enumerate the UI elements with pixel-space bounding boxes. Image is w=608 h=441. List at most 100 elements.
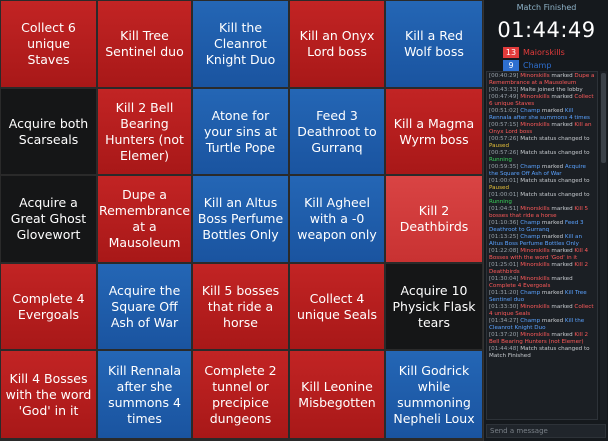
board-cell[interactable]: Dupe a Remembrance at a Mausoleum <box>97 175 192 263</box>
log-segment: [01:31:20] <box>489 290 521 296</box>
log-segment: Minorskills <box>520 206 550 212</box>
board-cell[interactable]: Kill 2 Deathbirds <box>385 175 483 263</box>
player-score: 9 <box>503 59 519 71</box>
log-segment: marked <box>540 318 565 324</box>
board-cell[interactable]: Kill Tree Sentinel duo <box>97 0 192 88</box>
board-cell[interactable]: Atone for your sins at Turtle Pope <box>192 88 289 175</box>
board-cell[interactable]: Complete 2 tunnel or precipice dungeons <box>192 350 289 439</box>
board-cell-label: Kill an Altus Boss Perfume Bottles Only <box>197 195 284 242</box>
log-entry: [01:33:30] Minorskills marked Collect 4 … <box>489 304 595 318</box>
log-segment: marked <box>549 248 575 254</box>
board-cell[interactable]: Complete 4 Evergoals <box>0 263 97 350</box>
log-entry: [00:43:33] Malte joined the lobby <box>489 87 595 94</box>
log-segment: Paused <box>489 185 510 191</box>
board-cell-label: Kill Godrick while summoning Nepheli Lou… <box>393 362 475 426</box>
log-segment: Champ <box>520 318 541 324</box>
log-segment: Minorskills <box>520 94 550 100</box>
board-cell[interactable]: Kill Godrick while summoning Nepheli Lou… <box>385 350 483 439</box>
board-cell[interactable]: Kill Rennala after she summons 4 times <box>97 350 192 439</box>
board-cell-label: Kill 4 Bosses with the word 'God' in it <box>5 370 92 418</box>
log-entry: [00:51:02] Champ marked Kill Rennala aft… <box>489 108 595 122</box>
board-cell-label: Kill 2 Deathbirds <box>399 203 469 234</box>
board-cell[interactable]: Kill 4 Bosses with the word 'God' in it <box>0 350 97 439</box>
board-cell[interactable]: Kill 2 Bell Bearing Hunters (not Elemer) <box>97 88 192 175</box>
log-segment: [01:00:01] <box>489 178 521 184</box>
log-segment: marked <box>540 234 565 240</box>
log-segment: marked <box>540 108 565 114</box>
log-segment: marked <box>549 262 575 268</box>
log-entry: [01:31:20] Champ marked Kill Tree Sentin… <box>489 290 595 304</box>
board-cell-label: Kill an Onyx Lord boss <box>299 28 375 59</box>
log-segment: Match status changed to <box>520 346 590 352</box>
board-cell[interactable]: Acquire 10 Physick Flask tears <box>385 263 483 350</box>
log-segment: Running <box>489 199 512 205</box>
board-cell[interactable]: Acquire both Scarseals <box>0 88 97 175</box>
board-cell[interactable]: Kill an Onyx Lord boss <box>289 0 385 88</box>
message-input[interactable] <box>486 424 606 438</box>
board-cell-label: Collect 4 unique Seals <box>296 290 378 322</box>
board-cell-label: Collect 6 unique Staves <box>21 20 76 67</box>
log-scrollbar[interactable] <box>600 71 607 420</box>
log-segment: Complete 4 Evergoals <box>489 283 551 289</box>
board-cell[interactable]: Kill an Altus Boss Perfume Bottles Only <box>192 175 289 263</box>
log-segment: Malte joined the lobby <box>520 87 583 93</box>
board-cell-label: Kill the Cleanrot Knight Duo <box>205 20 276 67</box>
log-segment: marked <box>549 276 573 282</box>
log-entry: [01:25:01] Minorskills marked Kill 2 Dea… <box>489 262 595 276</box>
board-cell-label: Acquire a Great Ghost Glovewort <box>10 195 87 242</box>
log-segment: [00:57:15] <box>489 122 521 128</box>
board-cell[interactable]: Collect 6 unique Staves <box>0 0 97 88</box>
board-cell-label: Kill Tree Sentinel duo <box>105 28 184 59</box>
log-segment: [01:00:01] <box>489 192 521 198</box>
board-cell[interactable]: Kill Agheel with a -0 weapon only <box>289 175 385 263</box>
log-entry: [01:13:25] Champ marked Kill an Altus Bo… <box>489 234 595 248</box>
board-cell[interactable]: Feed 3 Deathroot to Gurranq <box>289 88 385 175</box>
log-segment: [00:59:35] <box>489 164 521 170</box>
log-segment: [01:04:51] <box>489 206 521 212</box>
board-cell-label: Kill Agheel with a -0 weapon only <box>297 195 377 242</box>
log-segment: [00:57:26] <box>489 136 521 142</box>
log-segment: marked <box>549 73 575 79</box>
board-cell[interactable]: Kill a Magma Wyrm boss <box>385 88 483 175</box>
log-segment: [00:51:02] <box>489 108 521 114</box>
board-cell-label: Kill Leonine Misbegotten <box>298 378 376 410</box>
log-segment: [01:44:48] <box>489 346 521 352</box>
log-segment: [00:47:49] <box>489 94 521 100</box>
log-segment: Minorskills <box>520 276 550 282</box>
log-segment: Match Finished <box>489 353 531 359</box>
log-segment: Running <box>489 157 512 163</box>
log-segment: Minorskills <box>520 304 550 310</box>
board-cell-label: Atone for your sins at Turtle Pope <box>203 107 278 155</box>
log-segment: Champ <box>520 220 541 226</box>
log-segment: [01:33:30] <box>489 304 521 310</box>
board-cell[interactable]: Kill a Red Wolf boss <box>385 0 483 88</box>
board-cell[interactable]: Acquire a Great Ghost Glovewort <box>0 175 97 263</box>
log-segment: marked <box>540 164 565 170</box>
board-cell[interactable]: Acquire the Square Off Ash of War <box>97 263 192 350</box>
log-segment: Paused <box>489 143 510 149</box>
board-cell-label: Dupe a Remembrance at a Mausoleum <box>98 187 191 250</box>
board-cell-label: Kill 2 Bell Bearing Hunters (not Elemer) <box>105 99 184 163</box>
board-cell-label: Kill a Magma Wyrm boss <box>393 115 475 147</box>
board-cell[interactable]: Kill Leonine Misbegotten <box>289 350 385 439</box>
log-segment: [01:30:04] <box>489 276 521 282</box>
match-log[interactable]: [00:40:29] Minorskills marked Dupe a Rem… <box>486 71 598 420</box>
log-segment: marked <box>549 332 575 338</box>
board-cell-label: Complete 2 tunnel or precipice dungeons <box>204 362 277 426</box>
player-row[interactable]: 13 Maiorskills <box>503 46 565 58</box>
log-scrollbar-thumb[interactable] <box>601 73 606 163</box>
board-cell-label: Acquire the Square Off Ash of War <box>108 282 181 330</box>
log-segment: Match status changed to <box>520 192 590 198</box>
board-cell[interactable]: Collect 4 unique Seals <box>289 263 385 350</box>
log-entry: [01:00:01] Match status changed to Runni… <box>489 192 595 206</box>
log-entry: [00:47:49] Minorskills marked Collect 6 … <box>489 94 595 108</box>
board-cell[interactable]: Kill the Cleanrot Knight Duo <box>192 0 289 88</box>
log-entry: [00:40:29] Minorskills marked Dupe a Rem… <box>489 73 595 87</box>
log-segment: Champ <box>520 234 541 240</box>
log-segment: Champ <box>520 164 541 170</box>
player-row[interactable]: 9 Champ <box>503 59 551 71</box>
log-entry: [01:44:48] Match status changed to Match… <box>489 346 595 360</box>
log-segment: Minorskills <box>520 122 550 128</box>
board-cell[interactable]: Kill 5 bosses that ride a horse <box>192 263 289 350</box>
log-entry: [01:10:36] Champ marked Feed 3 Deathroot… <box>489 220 595 234</box>
